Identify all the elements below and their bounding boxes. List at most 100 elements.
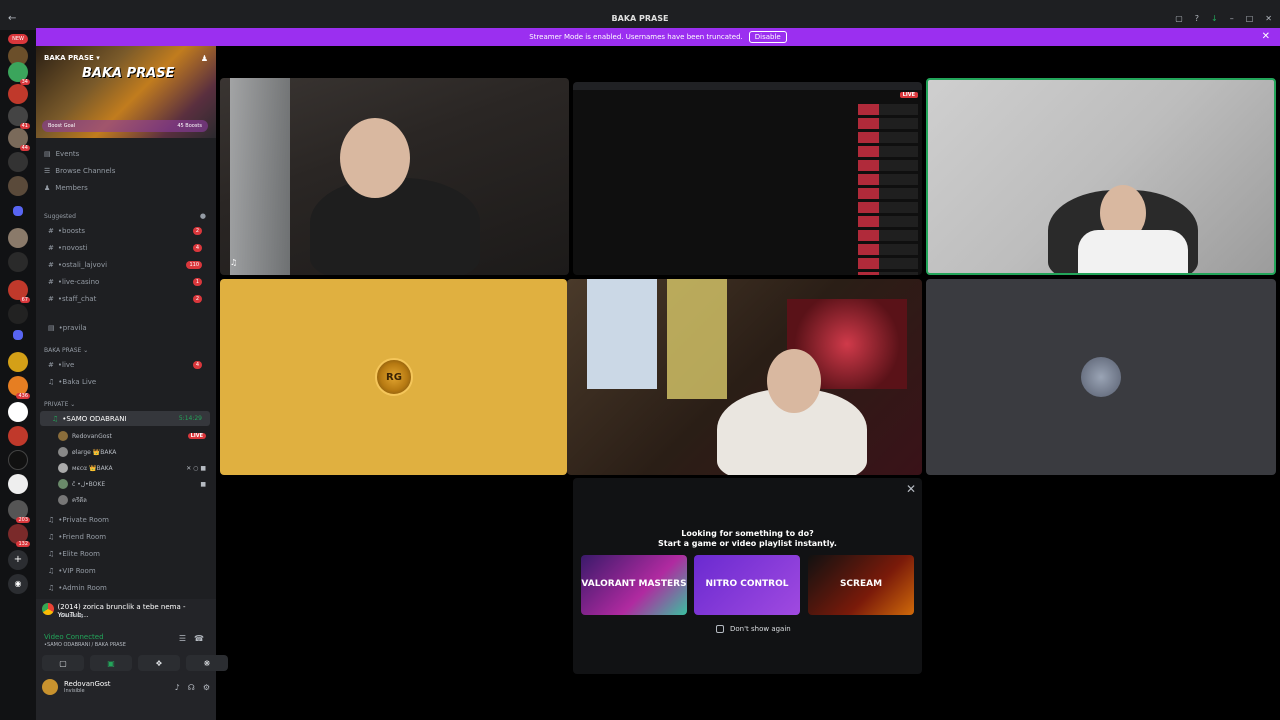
- folder-icon[interactable]: [13, 206, 23, 216]
- discover-icon[interactable]: ◉: [8, 574, 28, 594]
- avatar: [58, 463, 68, 473]
- activity-prompt-subtitle: Start a game or video playlist instantly…: [658, 539, 837, 548]
- avatar-tile-rg[interactable]: RG: [220, 279, 567, 475]
- voice-location[interactable]: •SAMO ODABRANI / BAKA PRASE: [44, 642, 126, 648]
- live-badge: LIVE: [899, 92, 918, 98]
- dont-show-again-checkbox[interactable]: Don't show again: [716, 625, 791, 633]
- close-suggested-icon[interactable]: ●: [200, 212, 206, 220]
- speaker-icon: ♫: [48, 515, 55, 524]
- add-member-icon[interactable]: ♟: [201, 54, 208, 63]
- headphones-icon[interactable]: ☊: [188, 683, 195, 692]
- video-tile-1[interactable]: ♫: [220, 78, 569, 275]
- disable-button[interactable]: Disable: [748, 31, 787, 43]
- avatar-tile-grey[interactable]: [926, 279, 1276, 475]
- window-controls: ▢ ? ↓ – □ ✕: [1175, 14, 1272, 23]
- avatar: [58, 447, 68, 457]
- game-card-valorant[interactable]: VALORANT MASTERS: [581, 555, 687, 615]
- minimize-button[interactable]: –: [1230, 14, 1234, 23]
- voice-channel-friend-room[interactable]: ♫ •Friend Room: [36, 529, 210, 544]
- screen-share-button[interactable]: ▣: [90, 655, 132, 671]
- activity-status[interactable]: (2014) zorica brunclik a tebe nema - You…: [42, 603, 212, 619]
- channel-novosti[interactable]: # •novosti 4: [36, 240, 210, 255]
- category-baka-prase[interactable]: BAKA PRASE ⌄: [44, 347, 88, 354]
- channel-live-casino[interactable]: # •live-casino 1: [36, 274, 210, 289]
- help-icon[interactable]: ?: [1195, 14, 1199, 23]
- channel-staff-chat[interactable]: # •staff_chat 2: [36, 291, 210, 306]
- guild-banner[interactable]: BAKA PRASE ▾ BAKA PRASE ♟ Boost Goal 45 …: [36, 46, 216, 138]
- boost-goal-bar[interactable]: Boost Goal 45 Boosts: [42, 120, 208, 132]
- server-icon[interactable]: [8, 252, 28, 272]
- voice-channel-private-room[interactable]: ♫ •Private Room: [36, 512, 210, 527]
- voice-user[interactable]: RedovanGost LIVE: [58, 429, 208, 443]
- voice-user[interactable]: мєсα 👑BAKA ✕ ○ ■: [58, 461, 208, 475]
- soundboard-button[interactable]: ❋: [186, 655, 228, 671]
- folder-icon[interactable]: [13, 330, 23, 340]
- speaker-icon: ♫: [48, 583, 55, 592]
- server-icon[interactable]: [8, 176, 28, 196]
- activities-button[interactable]: ❖: [138, 655, 180, 671]
- banner-text: Streamer Mode is enabled. Usernames have…: [529, 33, 743, 41]
- nav-browse-channels[interactable]: ☰ Browse Channels: [44, 167, 115, 175]
- speaker-icon: ♫: [48, 377, 55, 386]
- guild-name[interactable]: BAKA PRASE ▾: [44, 54, 100, 62]
- server-icon[interactable]: 132: [8, 524, 30, 547]
- server-icon[interactable]: 436: [8, 376, 30, 399]
- channel-sidebar: BAKA PRASE ▾ BAKA PRASE ♟ Boost Goal 45 …: [36, 46, 228, 720]
- nav-events[interactable]: ▤ Events: [44, 150, 79, 158]
- list-icon: ☰: [44, 167, 51, 175]
- microphone-icon[interactable]: ♪: [175, 683, 180, 692]
- server-icon[interactable]: 34: [8, 62, 30, 85]
- server-icon[interactable]: [8, 426, 28, 446]
- channel-baka-live[interactable]: ♫ •Baka Live: [36, 374, 210, 389]
- title-bar: ← BAKA PRASE ▢ ? ↓ – □ ✕: [0, 0, 1280, 30]
- server-icon[interactable]: 203: [8, 500, 30, 523]
- server-icon[interactable]: [8, 474, 28, 494]
- channel-ostali-lajvovi[interactable]: # •ostali_lajvovi 110: [36, 257, 210, 272]
- banner-close-icon[interactable]: ✕: [1262, 31, 1270, 42]
- voice-channel-vip-room[interactable]: ♫ •VIP Room: [36, 563, 210, 578]
- settings-icon[interactable]: ⚙: [203, 683, 210, 692]
- download-icon[interactable]: ↓: [1211, 14, 1218, 23]
- server-icon[interactable]: 44: [8, 128, 30, 151]
- checkbox[interactable]: [716, 625, 724, 633]
- hash-icon: #: [48, 226, 54, 235]
- noise-suppression-icon[interactable]: ☰: [179, 634, 186, 643]
- channel-boosts[interactable]: # •boosts 2: [36, 223, 210, 238]
- video-tile-speaking[interactable]: [926, 78, 1276, 275]
- mic-muted-icon: ♫: [230, 258, 238, 267]
- server-icon[interactable]: [8, 352, 28, 372]
- game-card-scream[interactable]: SCREAM: [808, 555, 914, 615]
- server-icon[interactable]: 67: [8, 280, 30, 303]
- maximize-button[interactable]: □: [1246, 14, 1254, 23]
- server-icon[interactable]: [8, 228, 28, 248]
- video-tile-2[interactable]: [567, 279, 922, 475]
- voice-channel-elite-room[interactable]: ♫ •Elite Room: [36, 546, 210, 561]
- voice-user[interactable]: ĉ •ل•BOKE ■: [58, 477, 208, 491]
- channel-live[interactable]: # •live 4: [36, 357, 210, 372]
- screen-share-tile[interactable]: LIVE: [573, 82, 922, 275]
- voice-channel-samo-odabrani[interactable]: ♫ •SAMO ODABRANI 5:14:29: [40, 411, 210, 426]
- close-icon[interactable]: ✕: [906, 482, 916, 496]
- close-button[interactable]: ✕: [1265, 14, 1272, 23]
- channel-pravila[interactable]: ▤ •pravila: [36, 320, 210, 335]
- server-icon[interactable]: [8, 152, 28, 172]
- category-private[interactable]: PRIVATE ⌄: [44, 401, 75, 408]
- voice-user[interactable]: ครีดีล: [58, 493, 208, 507]
- add-server-icon[interactable]: +: [8, 550, 28, 570]
- voice-user[interactable]: ølarge 👑BAKA: [58, 445, 208, 459]
- hash-icon: #: [48, 260, 54, 269]
- disconnect-icon[interactable]: ☎: [194, 634, 204, 643]
- server-icon[interactable]: [8, 84, 28, 104]
- current-user[interactable]: RedovanGost Invisible ♪ ☊ ⚙: [42, 679, 210, 695]
- server-icon[interactable]: [8, 450, 28, 470]
- video-connected-status[interactable]: Video Connected: [44, 633, 104, 641]
- voice-channel-admin-room[interactable]: ♫ •Admin Room: [36, 580, 210, 595]
- server-icon[interactable]: [8, 402, 28, 422]
- inbox-icon[interactable]: ▢: [1175, 14, 1183, 23]
- camera-button[interactable]: ▢: [42, 655, 84, 671]
- nav-members[interactable]: ♟ Members: [44, 184, 88, 192]
- server-icon[interactable]: 41: [8, 106, 30, 129]
- game-card-nitro-control[interactable]: NITRO CONTROL: [694, 555, 800, 615]
- section-suggested[interactable]: Suggested: [44, 213, 76, 220]
- server-icon[interactable]: [8, 304, 28, 324]
